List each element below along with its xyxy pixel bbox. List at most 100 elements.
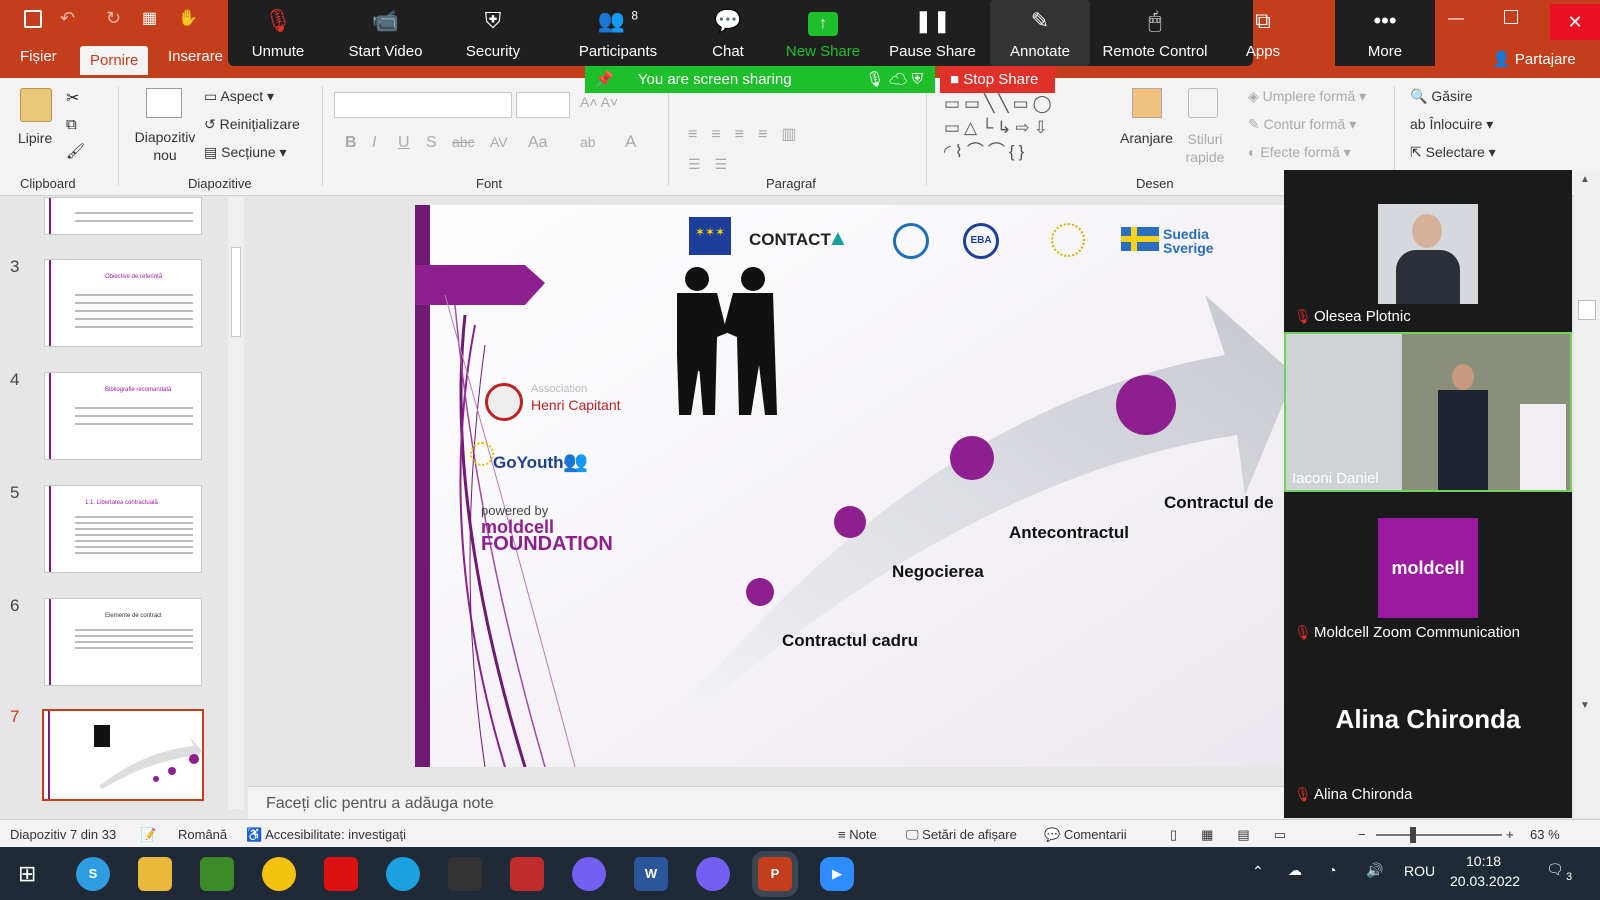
italic-icon[interactable]: I xyxy=(372,134,376,152)
notes-button[interactable]: ≡ Note xyxy=(838,827,877,842)
close-icon[interactable]: ✕ xyxy=(1550,4,1600,40)
file-explorer-icon[interactable] xyxy=(138,857,172,891)
paste-button[interactable]: Lipire xyxy=(18,130,52,146)
skype-icon[interactable]: S xyxy=(76,857,110,891)
shape-effects-button[interactable]: ◐ Efecte formă ▾ xyxy=(1248,144,1351,161)
display-settings-button[interactable]: 🖵 Setări de afișare xyxy=(906,827,1017,843)
alignment-icons[interactable]: ≡≡≡≡▥ xyxy=(688,124,810,144)
quick-styles-button[interactable]: Stiluri rapide xyxy=(1180,130,1230,166)
font-color-icon[interactable]: A xyxy=(625,132,636,152)
tab-home[interactable]: Pornire xyxy=(80,46,149,75)
list-icons[interactable]: ☰☰ xyxy=(688,156,741,173)
video-tile-moldcell[interactable]: moldcell 🎙 Moldcell Zoom Communication xyxy=(1284,492,1572,652)
app-icon[interactable] xyxy=(510,857,544,891)
pause-share-button[interactable]: ❚❚ Pause Share xyxy=(880,0,985,66)
clock-time[interactable]: 10:18 xyxy=(1466,853,1501,869)
cut-icon[interactable]: ✂ xyxy=(66,88,79,108)
remote-control-button[interactable]: 🖱 Remote Control xyxy=(1090,0,1220,66)
acrobat-icon[interactable] xyxy=(324,857,358,891)
view-buttons[interactable]: ▯▦▤▭ xyxy=(1170,827,1310,843)
thumbnail-slide-6[interactable]: Elemente de contract xyxy=(44,598,202,686)
chat-button[interactable]: 💬 Chat xyxy=(683,0,773,66)
step-label[interactable]: Contractul cadru xyxy=(782,631,918,651)
powerpoint-icon[interactable]: P xyxy=(758,857,792,891)
new-share-button[interactable]: ↑ New Share xyxy=(773,0,873,66)
participants-button[interactable]: 👥 8 Participants xyxy=(553,0,683,66)
chrome-icon[interactable] xyxy=(262,857,296,891)
present-icon[interactable]: ▦ xyxy=(142,8,157,28)
viber-icon[interactable] xyxy=(696,857,730,891)
font-family-select[interactable] xyxy=(334,92,512,118)
zoom-slider-thumb[interactable] xyxy=(1410,827,1416,843)
terminal-icon[interactable] xyxy=(448,857,482,891)
word-icon[interactable]: W xyxy=(634,857,668,891)
highlight-icon[interactable]: ab xyxy=(580,134,596,150)
zoom-slider[interactable] xyxy=(1376,834,1502,836)
accessibility-button[interactable]: ♿ Accesibilitate: investigați xyxy=(246,827,406,843)
more-button[interactable]: ••• More xyxy=(1335,0,1435,66)
step-label[interactable]: Negocierea xyxy=(892,562,984,582)
app-icon[interactable] xyxy=(200,857,234,891)
arrange-button[interactable]: Aranjare xyxy=(1120,130,1173,146)
format-painter-icon[interactable]: 🖌 xyxy=(66,142,85,160)
restore-icon[interactable] xyxy=(1504,10,1518,24)
zoom-level[interactable]: 63 % xyxy=(1530,827,1560,842)
tab-file[interactable]: Fișier xyxy=(20,48,57,65)
shape-fill-button[interactable]: ◈ Umplere formă ▾ xyxy=(1248,88,1366,105)
volume-icon[interactable]: 🔊 xyxy=(1366,862,1383,879)
zoom-out-icon[interactable]: − xyxy=(1358,827,1366,842)
shape-outline-button[interactable]: ✎ Contur formă ▾ xyxy=(1248,116,1356,133)
save-icon[interactable] xyxy=(24,10,42,28)
paste-icon[interactable] xyxy=(20,88,52,122)
zoom-in-icon[interactable]: + xyxy=(1506,827,1514,842)
scroll-up-icon[interactable]: ▲ xyxy=(1580,174,1590,185)
tab-insert[interactable]: Inserare xyxy=(168,48,223,65)
keyboard-language[interactable]: ROU xyxy=(1404,863,1435,879)
share-button[interactable]: 👤 Partajare xyxy=(1492,50,1576,68)
zoom-app-icon[interactable]: ▶ xyxy=(820,857,854,891)
security-button[interactable]: ⛨ Security xyxy=(443,0,543,66)
thumbnail-scrollbar[interactable] xyxy=(228,197,244,809)
wifi-icon[interactable]: ◔ xyxy=(1328,862,1336,878)
scroll-down-icon[interactable]: ▼ xyxy=(1580,700,1590,711)
language-indicator[interactable]: Română xyxy=(178,827,227,842)
scrollbar-thumb[interactable] xyxy=(231,247,241,337)
reset-button[interactable]: ↺ Reinițializare xyxy=(204,116,300,133)
notification-icon[interactable]: 🗨 xyxy=(1546,861,1564,878)
thumbnail-slide-7-selected[interactable] xyxy=(42,709,204,801)
current-slide[interactable]: ✶✶✶ CONTACT ▲ EBA Suedia Sverige Associa… xyxy=(415,205,1285,767)
arrange-icon[interactable] xyxy=(1132,88,1162,118)
right-scrollbar[interactable]: ▲ ▼ xyxy=(1574,170,1600,818)
stop-share-button[interactable]: ■ Stop Share xyxy=(940,66,1055,93)
font-size-select[interactable] xyxy=(516,92,570,118)
select-button[interactable]: ⇱ Selectare ▾ xyxy=(1410,144,1496,161)
font-grow-icon[interactable]: A˄ A˅ xyxy=(580,94,618,110)
replace-button[interactable]: ab Înlocuire ▾ xyxy=(1410,116,1493,133)
shapes-gallery[interactable]: ▭▭╲╲▭◯ ▭△└↳⇨⇩ ◜⌇⌒⌒{} xyxy=(944,92,1104,162)
strikethrough-icon[interactable]: abc xyxy=(452,134,475,150)
video-tile-olesea[interactable]: 🎙 Olesea Plotnic xyxy=(1284,170,1572,332)
apps-button[interactable]: ⧉ Apps xyxy=(1223,0,1303,66)
case-icon[interactable]: Aa xyxy=(528,134,548,152)
copy-icon[interactable]: ⧉ xyxy=(66,116,77,133)
step-label[interactable]: Contractul de xyxy=(1164,493,1274,513)
viber-icon[interactable] xyxy=(572,857,606,891)
undo-icon[interactable]: ↶ xyxy=(60,8,75,29)
thumbnail-slide-4[interactable]: Bibliografie recomandată xyxy=(44,372,202,460)
spacing-icon[interactable]: AV xyxy=(490,134,508,150)
video-tile-daniel[interactable]: Iaconi Daniel xyxy=(1284,332,1572,492)
redo-icon[interactable]: ↻ xyxy=(106,8,121,29)
comments-button[interactable]: 💬 Comentarii xyxy=(1044,827,1127,843)
bold-icon[interactable]: B xyxy=(345,134,357,152)
start-video-button[interactable]: 📹 Start Video xyxy=(328,0,443,66)
new-slide-button[interactable]: Diapozitiv nou xyxy=(130,128,200,164)
thumbnail-slide-5[interactable]: 1.1. Libertatea contractuală xyxy=(44,485,202,573)
onedrive-icon[interactable]: ☁ xyxy=(1288,862,1302,879)
spellcheck-icon[interactable]: 📝 xyxy=(140,827,156,843)
minimize-icon[interactable]: — xyxy=(1448,10,1464,28)
edge-icon[interactable] xyxy=(386,857,420,891)
thumbnail-slide-3[interactable]: Obiective de referință xyxy=(44,259,202,347)
find-button[interactable]: 🔍 Găsire xyxy=(1410,88,1473,105)
layout-button[interactable]: ▭ Aspect ▾ xyxy=(204,88,274,105)
notes-pane[interactable]: Faceți clic pentru a adăuga note xyxy=(248,786,1284,820)
